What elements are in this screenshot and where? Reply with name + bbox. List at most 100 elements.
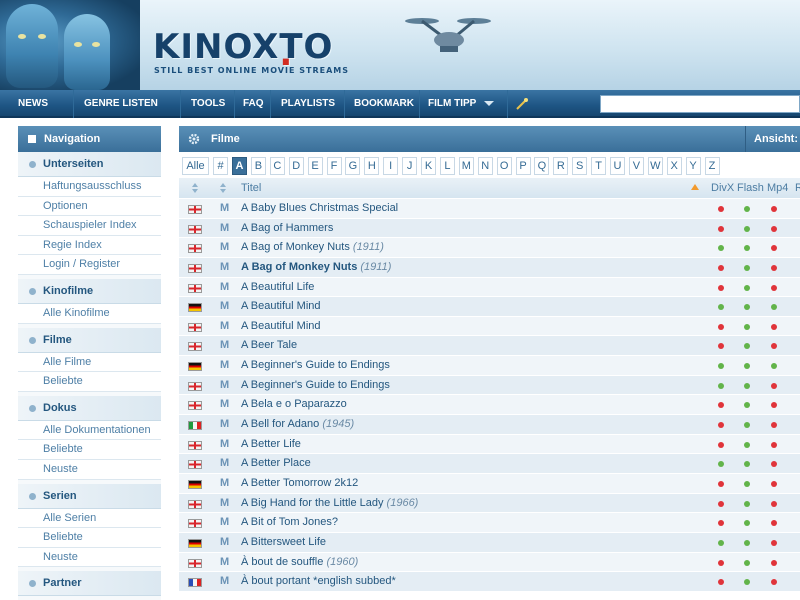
letter-d[interactable]: D [288, 157, 304, 175]
movie-title-link[interactable]: A Beautiful Mind [241, 297, 321, 316]
table-row[interactable]: M A Bag of Monkey Nuts (1911) [179, 257, 800, 278]
sidebar-link-regie-index[interactable]: Regie Index [18, 235, 161, 256]
column-mp4[interactable]: Mp4 [767, 178, 788, 198]
letter-p[interactable]: P [515, 157, 531, 175]
letter-v[interactable]: V [628, 157, 644, 175]
table-row[interactable]: M A Bittersweet Life [179, 532, 800, 553]
sort-arrows-icon[interactable] [191, 182, 199, 194]
sidebar-link-login-register[interactable]: Login / Register [18, 255, 161, 275]
letter-r[interactable]: R [553, 157, 569, 175]
letter-hash[interactable]: # [213, 157, 228, 175]
nav-faq[interactable]: FAQ [235, 90, 271, 118]
sidebar-link-serien-beliebte[interactable]: Beliebte [18, 528, 161, 548]
sidebar-group-kinofilme[interactable]: Kinofilme [18, 278, 161, 304]
letter-w[interactable]: W [647, 157, 663, 175]
column-extra[interactable]: R [795, 178, 800, 198]
letter-m[interactable]: M [458, 157, 474, 175]
nav-news[interactable]: NEWS [10, 90, 74, 134]
table-row[interactable]: M A Big Hand for the Little Lady (1966) [179, 493, 800, 514]
movie-title-link[interactable]: A Beginner's Guide to Endings [241, 356, 390, 375]
nav-tools[interactable]: TOOLS [183, 90, 235, 118]
letter-c[interactable]: C [269, 157, 285, 175]
table-row[interactable]: M A Bela e o Paparazzo [179, 395, 800, 416]
table-row[interactable]: M A Bit of Tom Jones? [179, 513, 800, 533]
sidebar-link-filme-beliebte[interactable]: Beliebte [18, 372, 161, 392]
letter-h[interactable]: H [364, 157, 380, 175]
movie-title-link[interactable]: A Baby Blues Christmas Special [241, 199, 398, 218]
sidebar-link-schauspieler-index[interactable]: Schauspieler Index [18, 216, 161, 236]
table-row[interactable]: M A Beautiful Mind [179, 316, 800, 337]
letter-j[interactable]: J [402, 157, 418, 175]
site-logo[interactable]: KINOX. TO [153, 30, 333, 71]
sidebar-link-haftungsausschluss[interactable]: Haftungsausschluss [18, 177, 161, 197]
sidebar-link-alle-dokumentationen[interactable]: Alle Dokumentationen [18, 420, 161, 441]
letter-q[interactable]: Q [534, 157, 550, 175]
sidebar-link-alle-kinofilme[interactable]: Alle Kinofilme [18, 303, 161, 324]
sidebar-link-dokus-beliebte[interactable]: Beliebte [18, 440, 161, 460]
letter-t[interactable]: T [591, 157, 607, 175]
movie-title-link[interactable]: A Bag of Monkey Nuts (1911) [241, 258, 391, 277]
table-row[interactable]: M A Beautiful Mind [179, 297, 800, 317]
movie-title-link[interactable]: A Big Hand for the Little Lady (1966) [241, 494, 418, 513]
sidebar-link-serien-neuste[interactable]: Neuste [18, 547, 161, 568]
movie-title-link[interactable]: A Beginner's Guide to Endings [241, 376, 390, 395]
table-row[interactable]: M A Better Tomorrow 2k12 [179, 473, 800, 494]
sidebar-link-dokus-neuste[interactable]: Neuste [18, 459, 161, 480]
sort-arrows-icon[interactable] [219, 182, 227, 194]
letter-a[interactable]: A [232, 157, 247, 175]
magic-wand-icon[interactable] [514, 96, 530, 112]
letter-z[interactable]: Z [704, 157, 720, 175]
table-row[interactable]: M A Beginner's Guide to Endings [179, 356, 800, 376]
table-row[interactable]: M À bout portant *english subbed* [179, 572, 800, 592]
table-row[interactable]: M A Beginner's Guide to Endings [179, 375, 800, 396]
sidebar-group-filme[interactable]: Filme [18, 327, 161, 353]
letter-i[interactable]: I [383, 157, 399, 175]
sidebar-group-serien[interactable]: Serien [18, 483, 161, 509]
sidebar-link-alle-filme[interactable]: Alle Filme [18, 352, 161, 373]
movie-title-link[interactable]: A Bela e o Paparazzo [241, 395, 347, 414]
nav-playlists[interactable]: PLAYLISTS [273, 90, 345, 118]
movie-title-link[interactable]: A Better Tomorrow 2k12 [241, 474, 358, 493]
sidebar-link-optionen[interactable]: Optionen [18, 196, 161, 217]
letter-k[interactable]: K [421, 157, 436, 175]
letter-s[interactable]: S [572, 157, 588, 175]
table-row[interactable]: M A Better Place [179, 454, 800, 474]
letter-g[interactable]: G [345, 157, 361, 175]
movie-title-link[interactable]: À bout de souffle (1960) [241, 553, 358, 572]
letter-alle[interactable]: Alle [182, 157, 209, 175]
letter-f[interactable]: F [326, 157, 342, 175]
movie-title-link[interactable]: A Beautiful Life [241, 278, 314, 297]
table-row[interactable]: M A Bell for Adano (1945) [179, 415, 800, 435]
table-row[interactable]: M A Beautiful Life [179, 277, 800, 298]
nav-genre-listen[interactable]: GENRE LISTEN [76, 90, 181, 134]
table-row[interactable]: M A Baby Blues Christmas Special [179, 199, 800, 219]
movie-title-link[interactable]: A Beautiful Mind [241, 317, 321, 336]
table-row[interactable]: M A Better Life [179, 434, 800, 455]
sidebar-link-alle-serien[interactable]: Alle Serien [18, 508, 161, 529]
letter-u[interactable]: U [610, 157, 625, 175]
sidebar-group-dokus[interactable]: Dokus [18, 395, 161, 421]
table-row[interactable]: M À bout de souffle (1960) [179, 552, 800, 573]
column-divx[interactable]: DivX [711, 178, 734, 198]
letter-e[interactable]: E [307, 157, 323, 175]
nav-film-tipp[interactable]: FILM TIPP [420, 90, 508, 118]
movie-title-link[interactable]: A Bit of Tom Jones? [241, 513, 338, 532]
column-flash[interactable]: Flash [737, 178, 764, 198]
movie-title-link[interactable]: A Bag of Monkey Nuts (1911) [241, 238, 384, 257]
movie-title-link[interactable]: A Beer Tale [241, 336, 297, 355]
table-row[interactable]: M A Bag of Hammers [179, 218, 800, 239]
sidebar-group-partner[interactable]: Partner [18, 571, 161, 597]
movie-title-link[interactable]: A Better Life [241, 435, 301, 454]
movie-title-link[interactable]: A Bell for Adano (1945) [241, 415, 354, 434]
movie-title-link[interactable]: A Better Place [241, 454, 311, 473]
letter-b[interactable]: B [250, 157, 266, 175]
letter-x[interactable]: X [666, 157, 682, 175]
sidebar-group-unterseiten[interactable]: Unterseiten [18, 152, 161, 177]
view-selector[interactable]: Ansicht: [745, 126, 798, 152]
movie-title-link[interactable]: A Bittersweet Life [241, 533, 326, 552]
column-title[interactable]: Titel [241, 178, 261, 198]
table-row[interactable]: M A Beer Tale [179, 336, 800, 357]
movie-title-link[interactable]: À bout portant *english subbed* [241, 572, 396, 591]
search-input[interactable] [600, 95, 800, 113]
movie-title-link[interactable]: A Bag of Hammers [241, 219, 333, 238]
